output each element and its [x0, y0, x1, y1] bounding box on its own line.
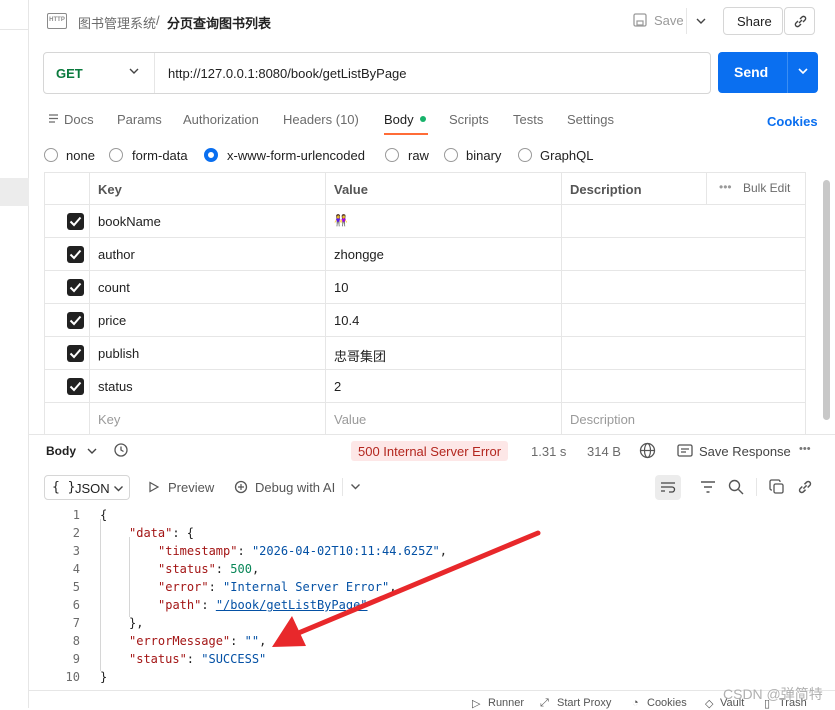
annotation-arrow	[272, 530, 541, 647]
runner-icon: ▷	[472, 698, 481, 710]
watermark: CSDN @弹简特	[723, 686, 823, 702]
status-bar: ▷ Runner ⤢ Start Proxy ◔ Cookies ◇ Vault…	[29, 690, 835, 710]
vault-icon: ◇	[705, 698, 714, 710]
start-proxy-button[interactable]: Start Proxy	[557, 697, 611, 709]
cookie-icon: ◔	[632, 697, 639, 709]
runner-button[interactable]: Runner	[488, 697, 524, 709]
cookies-button[interactable]: Cookies	[647, 697, 687, 709]
proxy-icon: ⤢	[540, 697, 549, 709]
